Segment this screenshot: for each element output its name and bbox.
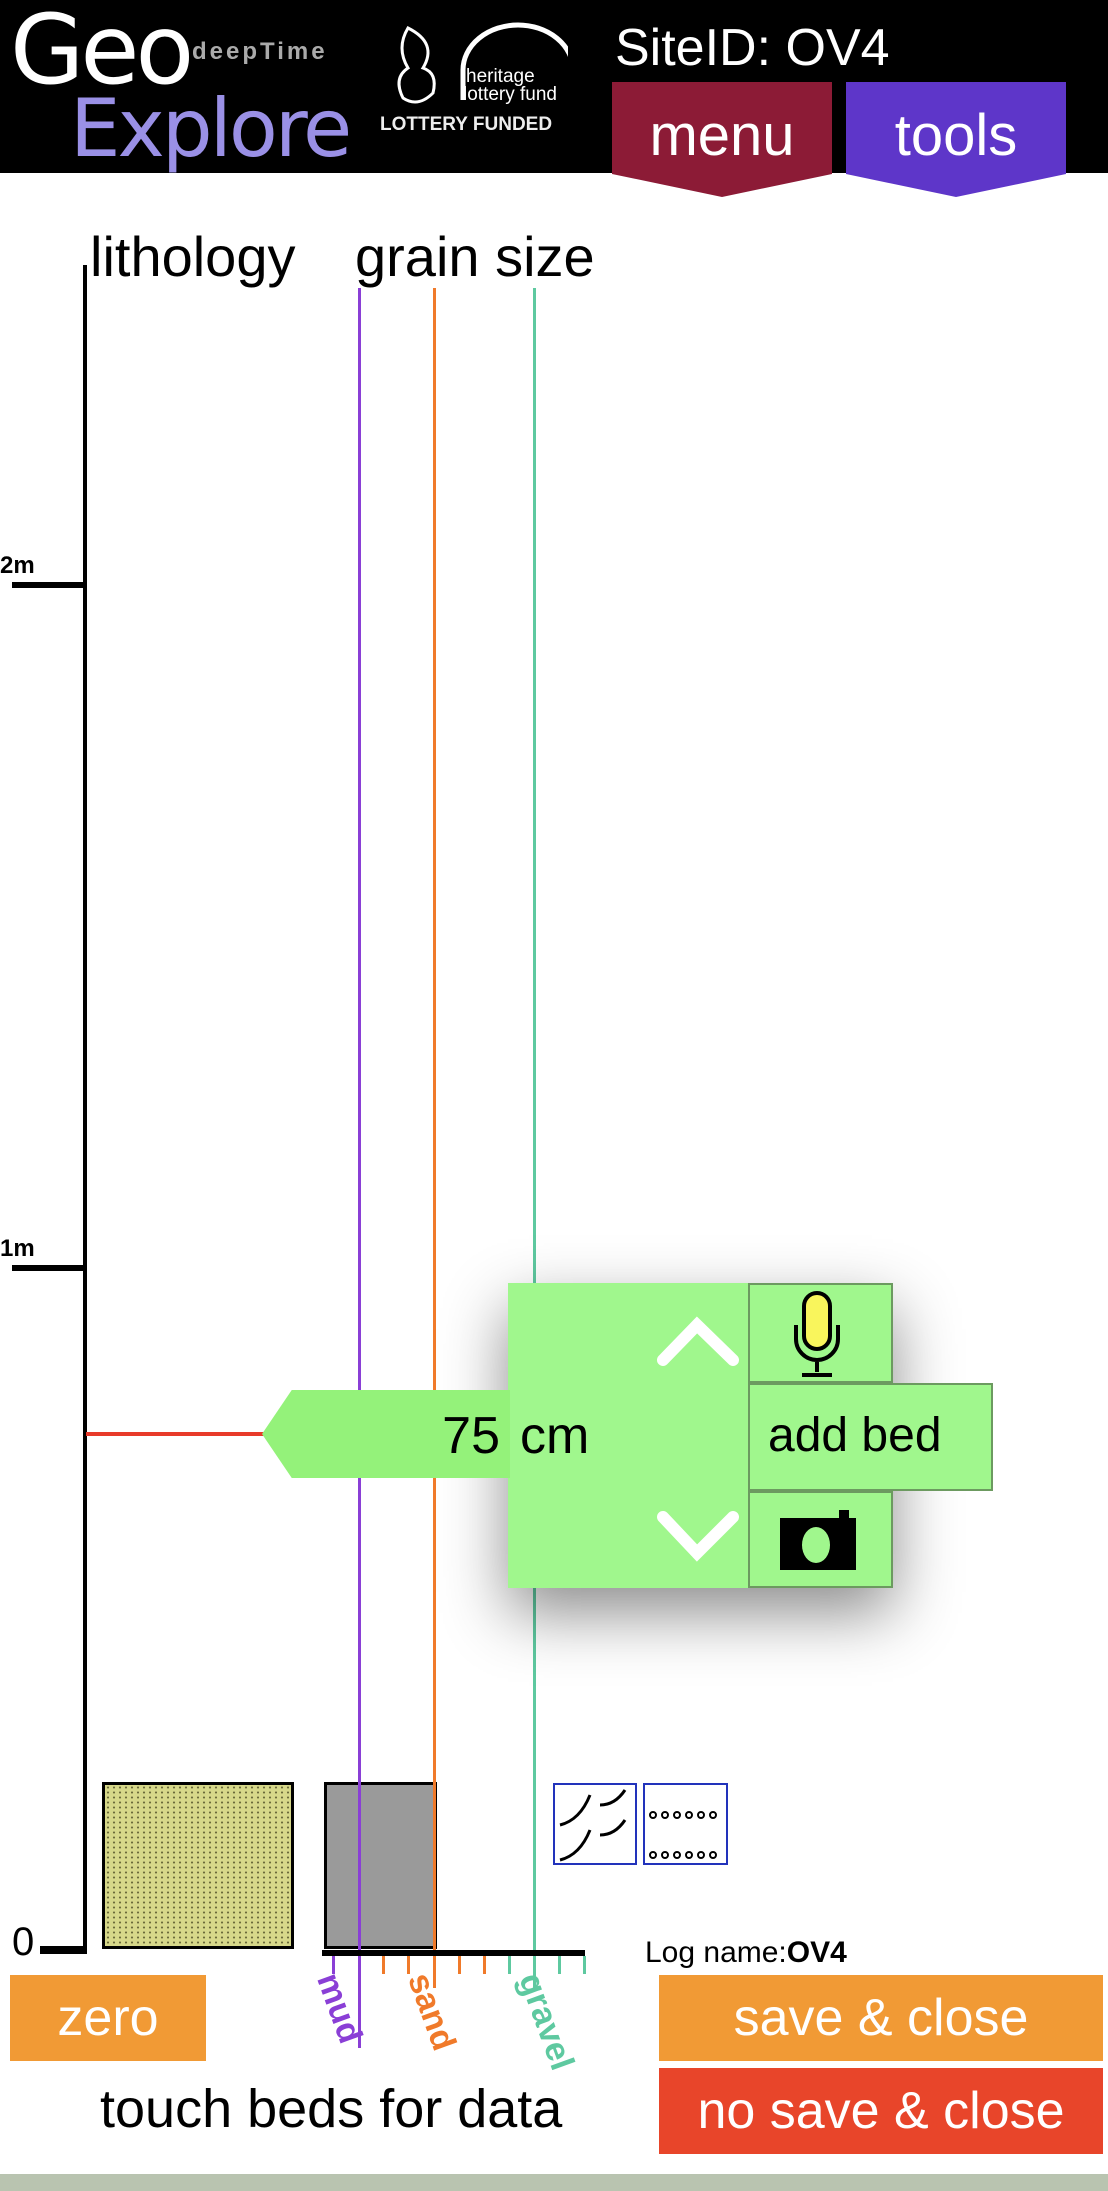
svg-text:lottery fund: lottery fund bbox=[463, 84, 557, 105]
photo-button[interactable] bbox=[748, 1491, 893, 1588]
save-close-button[interactable]: save & close bbox=[659, 1975, 1103, 2061]
label-2m: 2m bbox=[0, 552, 35, 579]
menu-button[interactable]: menu bbox=[612, 82, 832, 197]
label-sand: sand bbox=[400, 1968, 464, 2056]
depth-value: 75 bbox=[442, 1407, 500, 1465]
label-0: 0 bbox=[12, 1920, 35, 1964]
grain-scale-bar bbox=[322, 1950, 585, 1956]
depth-unit: cm bbox=[520, 1407, 590, 1465]
add-bed-button[interactable]: add bed bbox=[748, 1383, 993, 1491]
grain-tick bbox=[583, 1956, 586, 1974]
no-save-close-button[interactable]: no save & close bbox=[659, 2068, 1103, 2154]
tick-2m bbox=[12, 582, 84, 588]
depth-axis bbox=[83, 265, 87, 1953]
grain-tick bbox=[407, 1956, 410, 1974]
log-name-value: OV4 bbox=[786, 1936, 847, 1969]
zero-button[interactable]: zero bbox=[10, 1975, 206, 2061]
sand-line bbox=[433, 288, 436, 1988]
pebble-pattern-icon bbox=[649, 1811, 717, 1859]
microphone-icon bbox=[794, 1291, 840, 1377]
label-1m: 1m bbox=[0, 1235, 35, 1262]
depth-marker-line bbox=[86, 1432, 266, 1436]
log-name-label: Log name: bbox=[645, 1936, 787, 1969]
lottery-logo-icon: heritage lottery fund bbox=[397, 22, 568, 105]
mud-line bbox=[358, 288, 361, 2048]
label-gravel: gravel bbox=[511, 1968, 582, 2076]
camera-icon bbox=[780, 1510, 856, 1570]
gravel-line bbox=[533, 288, 536, 1988]
axis-foot bbox=[40, 1946, 87, 1954]
grain-size-header: grain size bbox=[355, 225, 595, 288]
grain-tick bbox=[458, 1956, 461, 1974]
grain-tick bbox=[382, 1956, 385, 1974]
log-name: Log name:OV4 bbox=[645, 1936, 847, 1970]
logo-deeptime: deepTime bbox=[192, 38, 328, 65]
pattern-pebble-thumb[interactable] bbox=[643, 1783, 728, 1865]
tools-button[interactable]: tools bbox=[846, 82, 1066, 197]
bed-sandstone[interactable] bbox=[102, 1782, 294, 1949]
grain-tick bbox=[558, 1956, 561, 1974]
ripple-pattern-icon bbox=[559, 1789, 627, 1862]
site-id: SiteID: OV4 bbox=[615, 19, 890, 77]
bed-grey[interactable] bbox=[324, 1782, 437, 1949]
tick-1m bbox=[12, 1265, 84, 1271]
pattern-ripple-thumb[interactable] bbox=[553, 1783, 637, 1865]
grain-tick bbox=[358, 1956, 361, 1974]
lottery-funded-text: LOTTERY FUNDED bbox=[380, 114, 553, 135]
touch-beds-hint: touch beds for data bbox=[100, 2079, 563, 2139]
grain-tick bbox=[483, 1956, 486, 1974]
grain-tick bbox=[508, 1956, 511, 1974]
chevron-up-icon[interactable] bbox=[655, 1310, 745, 1370]
voice-note-button[interactable] bbox=[748, 1283, 893, 1383]
lithology-header: lithology bbox=[90, 225, 296, 288]
map-strip bbox=[0, 2174, 1108, 2191]
logo-explore: Explore bbox=[70, 82, 352, 175]
chevron-down-icon[interactable] bbox=[655, 1505, 745, 1565]
